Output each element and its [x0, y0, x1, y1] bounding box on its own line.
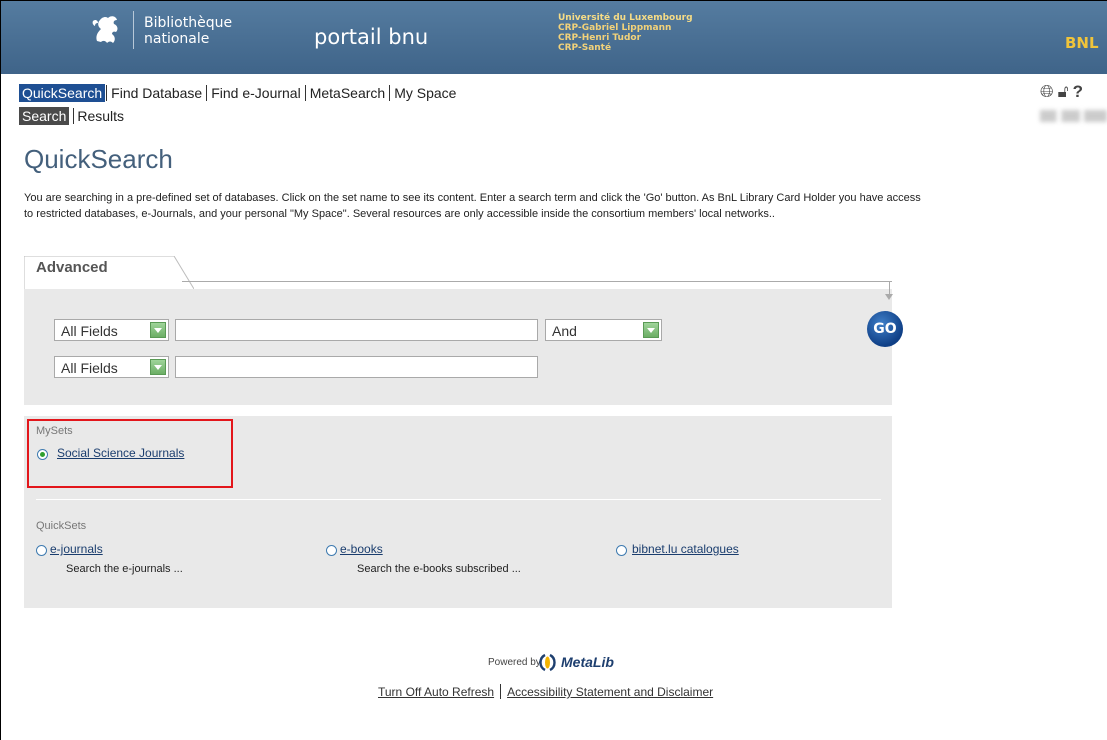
partner-uni-lux: Université du Luxembourg [558, 13, 693, 23]
footer-separator [500, 684, 502, 699]
partner-crp-sante: CRP-Santé [558, 43, 612, 53]
operator-select-value: And [552, 323, 577, 339]
set-link-e-books[interactable]: e-books [340, 542, 383, 556]
frame-left-border [0, 0, 1, 740]
main-nav: QuickSearch Find Database Find e-Journal Me… [19, 84, 459, 102]
lion-logo-icon[interactable] [89, 11, 123, 47]
nav-separator [304, 85, 306, 101]
operator-select[interactable]: And [545, 319, 662, 341]
library-name[interactable]: Bibliothèque nationale [144, 15, 232, 47]
radio-e-journals[interactable] [36, 545, 47, 556]
turn-off-auto-refresh-link[interactable]: Turn Off Auto Refresh [378, 685, 494, 699]
footer-links: Turn Off Auto Refresh Accessibility State… [378, 684, 713, 699]
mysets-heading: MySets [36, 425, 73, 437]
lock-icon[interactable]: 🔓︎ [1058, 82, 1073, 101]
go-arrow-line [182, 281, 892, 282]
chevron-down-icon[interactable] [150, 359, 166, 375]
user-name-blurred [1040, 110, 1107, 122]
set-link-social-science-journals[interactable]: Social Science Journals [57, 446, 184, 460]
set-desc-e-journals: Search the e-journals ... [66, 563, 183, 575]
powered-by-label: Powered by [488, 657, 541, 668]
radio-bibnet-catalogues[interactable] [616, 545, 627, 556]
library-name-line2: nationale [144, 31, 210, 47]
partner-list: Université du Luxembourg CRP-Gabriel Lip… [558, 13, 693, 53]
advanced-tab-label[interactable]: Advanced [36, 259, 108, 276]
page-title: QuickSearch [24, 144, 173, 174]
tab-find-ejournal[interactable]: Find e-Journal [211, 84, 304, 102]
logo-divider [133, 11, 134, 49]
subtab-results[interactable]: Results [77, 108, 124, 124]
search-input-2[interactable] [175, 356, 538, 378]
nav-separator [206, 85, 208, 101]
globe-icon[interactable]: 🌐︎ [1040, 82, 1058, 101]
intro-text: You are searching in a pre-defined set o… [24, 192, 921, 220]
field-select-1-value: All Fields [61, 323, 118, 339]
chevron-down-icon[interactable] [150, 322, 166, 338]
tab-quicksearch[interactable]: QuickSearch [19, 84, 106, 102]
partner-crp-lippmann: CRP-Gabriel Lippmann [558, 23, 672, 33]
set-link-e-journals[interactable]: e-journals [50, 542, 103, 556]
help-icon[interactable]: ? [1073, 82, 1087, 101]
tab-metasearch[interactable]: MetaSearch [310, 84, 388, 102]
nav-separator [106, 85, 108, 101]
search-panel [24, 289, 892, 405]
nav-separator [389, 85, 391, 101]
set-link-bibnet-catalogues[interactable]: bibnet.lu catalogues [632, 542, 739, 556]
metalib-name: MetaLib [561, 654, 614, 670]
subtab-search[interactable]: Search [19, 107, 70, 125]
header-banner: Bibliothèque nationale portail bnu Unive… [1, 1, 1107, 74]
radio-social-science-journals[interactable] [37, 449, 48, 460]
go-arrow-head [885, 294, 893, 300]
field-select-2-value: All Fields [61, 360, 118, 376]
search-input-1[interactable] [175, 319, 538, 341]
go-button[interactable]: GO [867, 311, 903, 347]
radio-e-books[interactable] [326, 545, 337, 556]
tab-my-space[interactable]: My Space [394, 84, 459, 102]
sub-nav: Search Results [19, 107, 124, 125]
set-desc-e-books: Search the e-books subscribed ... [357, 563, 521, 575]
go-arrow-stem [889, 281, 890, 294]
quicksets-heading: QuickSets [36, 520, 87, 532]
portal-title: portail bnu [314, 25, 429, 49]
field-select-2[interactable]: All Fields [54, 356, 169, 378]
chevron-down-icon[interactable] [643, 322, 659, 338]
tool-icons: 🌐︎🔓︎? [1040, 82, 1087, 102]
subnav-separator [73, 108, 75, 124]
partner-crp-tudor: CRP-Henri Tudor [558, 33, 642, 43]
field-select-1[interactable]: All Fields [54, 319, 169, 341]
sets-divider [36, 499, 881, 500]
bnl-tag: BNL [1065, 34, 1099, 52]
tab-find-database[interactable]: Find Database [111, 84, 205, 102]
metalib-logo-icon [539, 653, 556, 672]
accessibility-statement-link[interactable]: Accessibility Statement and Disclaimer [507, 685, 713, 699]
library-name-line1: Bibliothèque [144, 15, 233, 31]
